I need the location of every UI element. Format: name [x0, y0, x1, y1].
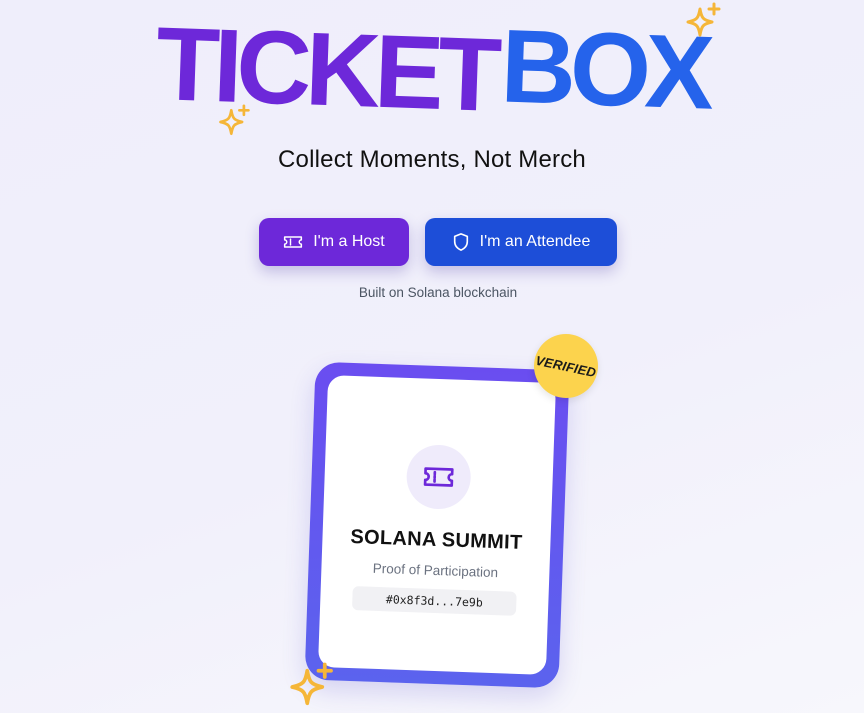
- sparkle-icon: [219, 104, 250, 136]
- proof-card: SOLANA SUMMIT Proof of Participation #0x…: [304, 361, 570, 689]
- shield-icon: [453, 233, 468, 251]
- verified-badge-label: VERIFIED: [534, 352, 598, 380]
- card-icon-circle: [405, 443, 472, 511]
- logo-ticket-text: TICKET: [153, 6, 497, 134]
- attendee-button-label: I'm an Attendee: [479, 233, 591, 250]
- event-name: SOLANA SUMMIT: [350, 525, 523, 554]
- attendee-button[interactable]: I'm an Attendee: [425, 218, 617, 266]
- logo-box-text: BOX: [499, 8, 711, 132]
- card-subtitle: Proof of Participation: [372, 560, 499, 581]
- host-button-label: I'm a Host: [313, 233, 385, 250]
- tagline: Collect Moments, Not Merch: [278, 146, 586, 173]
- sparkle-icon: [290, 662, 333, 706]
- host-button[interactable]: I'm a Host: [259, 218, 409, 266]
- logo: TICKETBOX: [0, 6, 864, 134]
- proof-card-body: SOLANA SUMMIT Proof of Participation #0x…: [317, 375, 557, 675]
- sparkle-icon: [686, 2, 721, 37]
- ticket-icon: [284, 236, 303, 248]
- ticket-icon: [423, 467, 454, 487]
- built-on-note: Built on Solana blockchain: [358, 285, 518, 300]
- wallet-hash: #0x8f3d...7e9b: [351, 586, 517, 616]
